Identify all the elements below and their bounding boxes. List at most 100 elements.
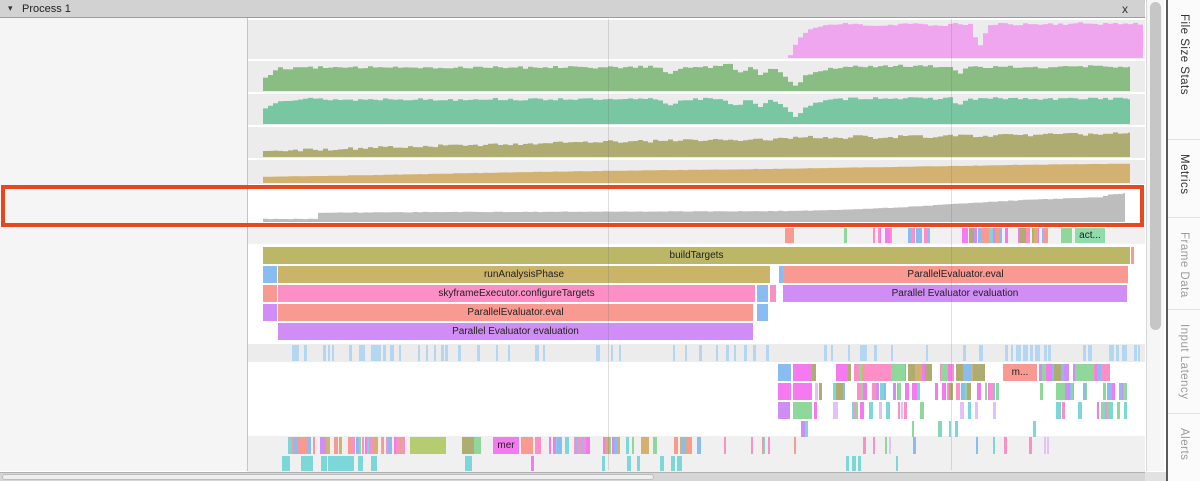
trace-slice[interactable] [778, 364, 791, 381]
trace-slice[interactable] [805, 421, 808, 437]
trace-slice[interactable] [350, 456, 354, 471]
trace-slice[interactable] [1034, 228, 1037, 243]
trace-slice[interactable] [370, 437, 374, 454]
flame-slice-parallel-evaluator-evaluation[interactable]: Parallel Evaluator evaluation [278, 323, 753, 340]
trace-slice[interactable] [1112, 345, 1114, 361]
trace-slice[interactable] [876, 383, 879, 400]
trace-slice[interactable] [320, 437, 325, 454]
flame-slice-parallelevaluator-eval[interactable]: ParallelEvaluator.eval [783, 266, 1128, 283]
trace-slice[interactable] [751, 437, 753, 454]
trace-slice[interactable] [863, 437, 866, 454]
trace-slice[interactable] [611, 345, 614, 361]
trace-slice[interactable] [597, 345, 600, 361]
trace-slice[interactable] [619, 345, 621, 361]
trace-slice[interactable] [1030, 345, 1033, 361]
trace-slice[interactable] [333, 456, 342, 471]
vertical-scrollbar-thumb[interactable] [1150, 2, 1161, 330]
trace-slice[interactable] [462, 437, 474, 454]
trace-slice[interactable] [1062, 402, 1065, 419]
trace-slice[interactable] [1112, 383, 1115, 400]
trace-slice[interactable] [1054, 364, 1061, 381]
trace-slice[interactable] [872, 383, 876, 400]
trace-slice[interactable] [1105, 402, 1107, 419]
trace-slice[interactable] [371, 345, 373, 361]
flame-slice[interactable] [757, 304, 768, 321]
trace-slice[interactable] [785, 228, 794, 243]
trace-slice[interactable] [848, 345, 850, 361]
trace-slice[interactable] [304, 345, 307, 361]
trace-slice[interactable] [1110, 402, 1113, 419]
trace-slice[interactable] [976, 437, 979, 454]
trace-slice[interactable] [831, 345, 833, 361]
trace-slice[interactable] [898, 383, 901, 400]
trace-slice[interactable] [812, 364, 816, 381]
trace-slice[interactable] [888, 228, 890, 243]
trace-slice[interactable] [880, 383, 884, 400]
trace-slice[interactable] [575, 437, 578, 454]
trace-slice[interactable] [1005, 228, 1008, 243]
trace-slice[interactable] [579, 437, 582, 454]
trace-slice[interactable] [1117, 402, 1120, 419]
trace-slice[interactable] [977, 383, 981, 400]
close-icon[interactable]: x [1122, 2, 1128, 16]
trace-slice[interactable] [981, 228, 987, 243]
trace-slice[interactable] [399, 345, 402, 361]
trace-slice[interactable] [383, 345, 386, 361]
flame-slice-runanalysisphase[interactable]: runAnalysisPhase [278, 266, 770, 283]
trace-slice[interactable] [352, 437, 355, 454]
trace-slice[interactable] [955, 421, 958, 437]
trace-slice[interactable] [553, 437, 556, 454]
trace-slice[interactable] [1044, 345, 1047, 361]
trace-slice-m-[interactable]: m... [1003, 364, 1037, 381]
trace-slice[interactable] [301, 456, 305, 471]
trace-slice[interactable] [762, 437, 764, 454]
trace-slice[interactable] [474, 437, 481, 454]
trace-slice[interactable] [680, 437, 682, 454]
trace-slice[interactable] [896, 456, 898, 471]
trace-slice[interactable] [925, 364, 932, 381]
trace-slice[interactable] [716, 345, 718, 361]
flame-slice[interactable] [770, 285, 776, 302]
trace-slice[interactable] [699, 345, 702, 361]
trace-slice[interactable] [1101, 364, 1110, 381]
trace-slice[interactable] [901, 402, 904, 419]
trace-slice[interactable] [916, 228, 920, 243]
trace-slice[interactable] [358, 456, 363, 471]
trace-slice[interactable] [557, 437, 562, 454]
trace-slice[interactable] [995, 228, 997, 243]
trace-slice[interactable] [334, 437, 339, 454]
trace-slice[interactable] [282, 456, 290, 471]
trace-slice[interactable] [886, 402, 890, 419]
trace-slice[interactable] [445, 345, 447, 361]
trace-slice[interactable] [295, 345, 298, 361]
trace-slice[interactable] [388, 437, 391, 454]
trace-slice[interactable] [653, 437, 657, 454]
trace-slice[interactable] [941, 364, 948, 381]
trace-slice[interactable] [549, 437, 552, 454]
trace-slice[interactable] [879, 402, 882, 419]
trace-slice[interactable] [434, 345, 437, 361]
trace-slice[interactable] [535, 437, 541, 454]
trace-slice[interactable] [1029, 437, 1032, 454]
trace-slice[interactable] [734, 345, 736, 361]
trace-slice[interactable] [685, 345, 687, 361]
trace-slice[interactable] [873, 228, 875, 243]
trace-slice[interactable] [1035, 345, 1037, 361]
trace-slice[interactable] [1071, 383, 1073, 400]
trace-slice[interactable] [1124, 402, 1127, 419]
trace-slice[interactable] [869, 402, 873, 419]
trace-slice[interactable] [543, 345, 546, 361]
trace-slice[interactable] [614, 437, 619, 454]
flame-slice[interactable] [263, 285, 277, 302]
tab-metrics[interactable]: Metrics [1168, 140, 1200, 218]
trace-slice[interactable] [441, 345, 444, 361]
trace-slice[interactable] [893, 383, 896, 400]
trace-slice[interactable] [967, 383, 972, 400]
trace-slice[interactable] [1068, 383, 1070, 400]
trace-slice[interactable] [1011, 345, 1013, 361]
trace-slice[interactable] [989, 228, 993, 243]
tab-frame-data[interactable]: Frame Data [1168, 218, 1200, 310]
flame-slice-buildtargets[interactable]: buildTargets [263, 247, 1130, 264]
trace-slice[interactable] [1109, 345, 1112, 361]
trace-slice[interactable] [478, 345, 480, 361]
